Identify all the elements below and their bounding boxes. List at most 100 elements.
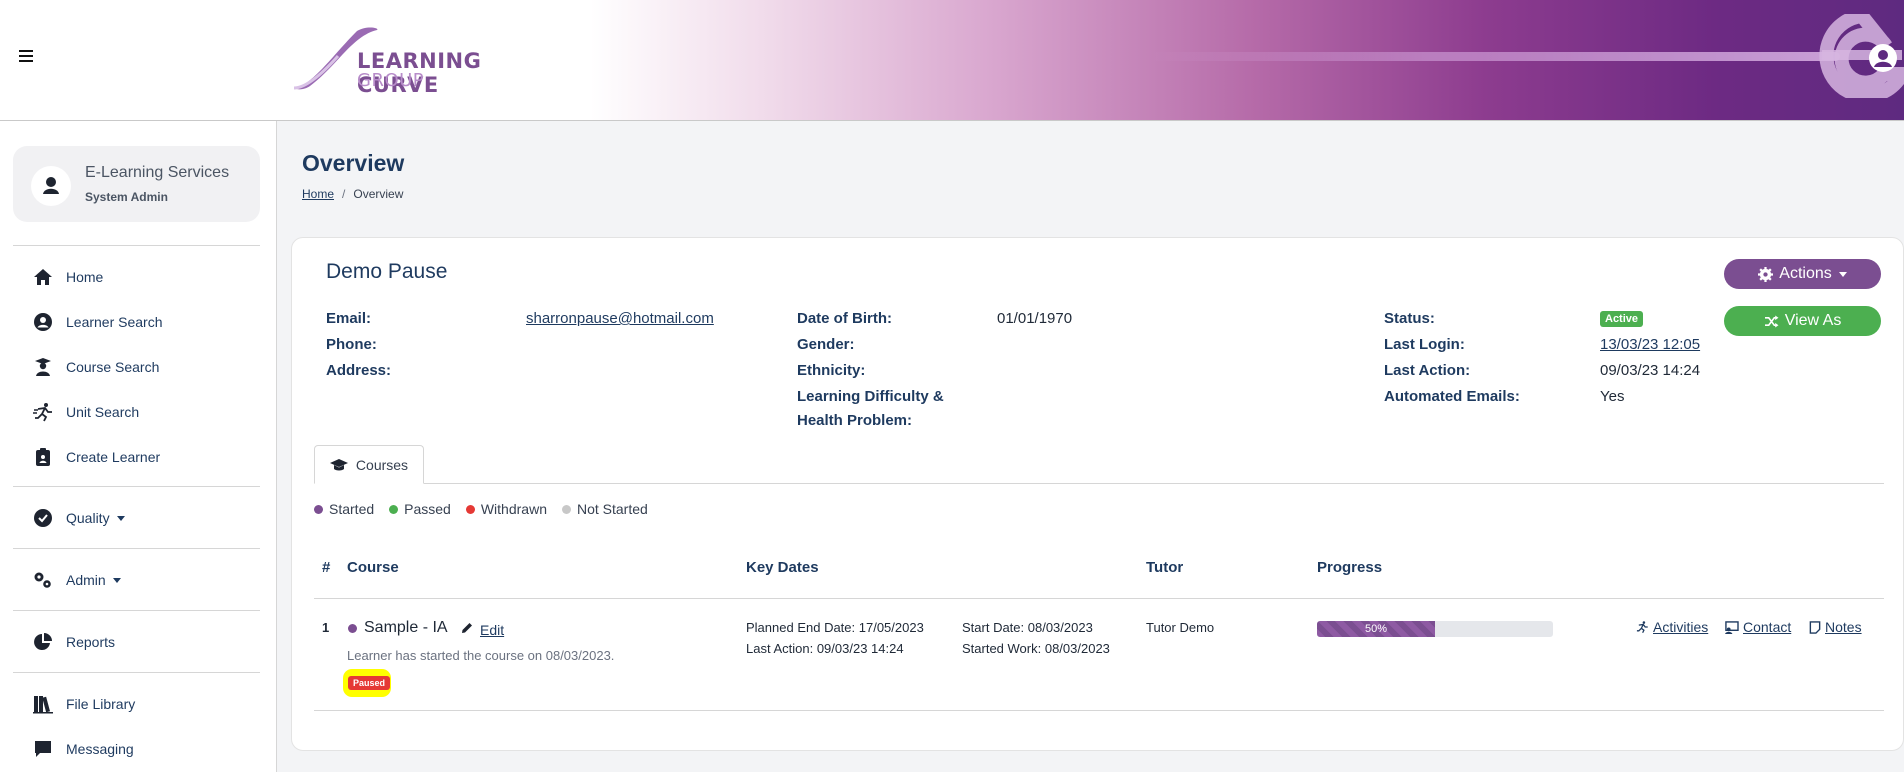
pie-chart-icon: [34, 633, 52, 650]
user-silhouette-icon: [43, 177, 59, 194]
legend-label: Withdrawn: [480, 501, 547, 517]
avatar: [31, 166, 71, 206]
actions-button[interactable]: Actions: [1724, 259, 1881, 289]
sidebar-item-label: Messaging: [66, 741, 134, 757]
table-row-divider: [314, 710, 1884, 711]
sidebar-item-label: Create Learner: [66, 449, 161, 465]
sidebar-item-label: Course Search: [66, 359, 160, 375]
clipboard-icon: [36, 448, 50, 466]
activities-link[interactable]: Activities: [1635, 619, 1708, 635]
user-name: E-Learning Services: [85, 164, 230, 181]
view-as-button[interactable]: View As: [1724, 306, 1881, 336]
paused-badge: Paused: [348, 676, 391, 690]
contact-label: Contact: [1743, 619, 1792, 635]
status-legend: Started Passed Withdrawn Not Started: [314, 501, 663, 517]
sidebar-item-label: Quality: [66, 510, 110, 526]
home-icon: [34, 269, 52, 285]
brand-logo[interactable]: LEARNING CURVE GROUP: [292, 26, 552, 97]
divider: [13, 548, 260, 549]
ethnicity-label: Ethnicity:: [797, 362, 866, 379]
contact-link[interactable]: Contact: [1724, 619, 1791, 635]
learner-name: Demo Pause: [326, 260, 448, 283]
last-action-value: 09/03/23 14:24: [1600, 362, 1701, 379]
activities-label: Activities: [1653, 619, 1709, 635]
column-header-tutor[interactable]: Tutor: [1146, 559, 1183, 576]
notes-link[interactable]: Notes: [1809, 619, 1862, 635]
row-number: 1: [322, 620, 330, 635]
last-login-value[interactable]: 13/03/23 12:05: [1600, 336, 1700, 353]
started-work-date: Started Work: 08/03/2023: [962, 641, 1110, 656]
actions-label: Actions: [1779, 265, 1832, 282]
view-as-label: View As: [1784, 312, 1842, 329]
automated-emails-label: Automated Emails:: [1384, 388, 1520, 405]
breadcrumb-separator: /: [342, 187, 346, 201]
column-header-course[interactable]: Course: [347, 559, 399, 576]
progress-bar: 50%: [1317, 621, 1553, 637]
column-header-key-dates: Key Dates: [746, 559, 819, 576]
user-card[interactable]: E-Learning Services System Admin: [13, 146, 260, 222]
user-circle-icon: [34, 313, 52, 331]
column-header-progress: Progress: [1317, 559, 1383, 576]
top-header: LEARNING CURVE GROUP: [0, 0, 1904, 121]
legend-not-started: Not Started: [561, 501, 648, 517]
sidebar-item-label: Admin: [66, 572, 106, 588]
sidebar-item-label: Learner Search: [66, 314, 163, 330]
edit-course-link[interactable]: Edit: [460, 621, 504, 638]
user-role: System Admin: [85, 190, 168, 204]
last-action-label: Last Action:: [1384, 362, 1471, 379]
progress-fill: 50%: [1317, 621, 1435, 637]
table-header-divider: [314, 598, 1884, 599]
tab-courses[interactable]: Courses: [314, 445, 424, 484]
sidebar-item-admin[interactable]: Admin: [32, 569, 121, 591]
chevron-down-icon: [116, 515, 125, 521]
sidebar-item-unit-search[interactable]: Unit Search: [32, 401, 139, 423]
header-decoration-line: [1150, 52, 1840, 61]
gender-label: Gender:: [797, 336, 855, 353]
sidebar-item-quality[interactable]: Quality: [32, 507, 125, 529]
address-label: Address:: [326, 362, 392, 379]
sidebar-item-create-learner[interactable]: Create Learner: [32, 446, 160, 468]
tab-label: Courses: [355, 456, 409, 473]
automated-emails-value: Yes: [1600, 388, 1625, 405]
running-person-icon: [1636, 621, 1648, 634]
course-name: Sample - IA: [364, 619, 448, 636]
legend-passed: Passed: [389, 501, 451, 517]
dob-label: Date of Birth:: [797, 310, 892, 327]
divider: [13, 486, 260, 487]
legend-started: Started: [314, 501, 374, 517]
sidebar-item-label: Reports: [66, 634, 116, 650]
sidebar-item-home[interactable]: Home: [32, 266, 103, 288]
email-link[interactable]: sharronpause@hotmail.com: [526, 310, 714, 327]
hamburger-menu-icon[interactable]: [19, 50, 33, 62]
graduate-icon: [35, 358, 51, 376]
check-circle-icon: [34, 509, 52, 527]
sidebar-item-learner-search[interactable]: Learner Search: [32, 311, 163, 333]
tab-underline: [314, 483, 1884, 484]
brand-name-line2: GROUP: [357, 70, 425, 91]
start-date: Start Date: 08/03/2023: [962, 620, 1093, 635]
sidebar-item-messaging[interactable]: Messaging: [32, 738, 134, 760]
sidebar-item-label: Home: [66, 269, 104, 285]
breadcrumb-home-link[interactable]: Home: [302, 187, 334, 201]
course-last-action: Last Action: 09/03/23 14:24: [746, 641, 904, 656]
running-person-icon: [33, 403, 52, 422]
user-account-icon[interactable]: [1869, 44, 1897, 72]
cogs-icon: [34, 572, 51, 588]
legend-label: Passed: [404, 501, 451, 517]
edit-label: Edit: [480, 622, 505, 638]
tutor-name: Tutor Demo: [1146, 620, 1215, 635]
status-badge: Active: [1600, 311, 1644, 327]
sidebar-item-label: Unit Search: [66, 404, 140, 420]
sidebar-item-reports[interactable]: Reports: [32, 631, 115, 653]
planned-end-date: Planned End Date: 17/05/2023: [746, 620, 924, 635]
column-header-num: #: [322, 559, 331, 576]
phone-label: Phone:: [326, 336, 377, 353]
message-icon: [35, 741, 51, 757]
sidebar-item-course-search[interactable]: Course Search: [32, 356, 159, 378]
page-title: Overview: [302, 150, 405, 176]
sidebar-item-file-library[interactable]: File Library: [32, 693, 135, 715]
course-status-note: Learner has started the course on 08/03/…: [347, 648, 615, 663]
graduation-cap-icon: [329, 458, 348, 470]
ldd-label-line1: Learning Difficulty &: [797, 388, 944, 405]
gear-icon: [1758, 266, 1774, 282]
